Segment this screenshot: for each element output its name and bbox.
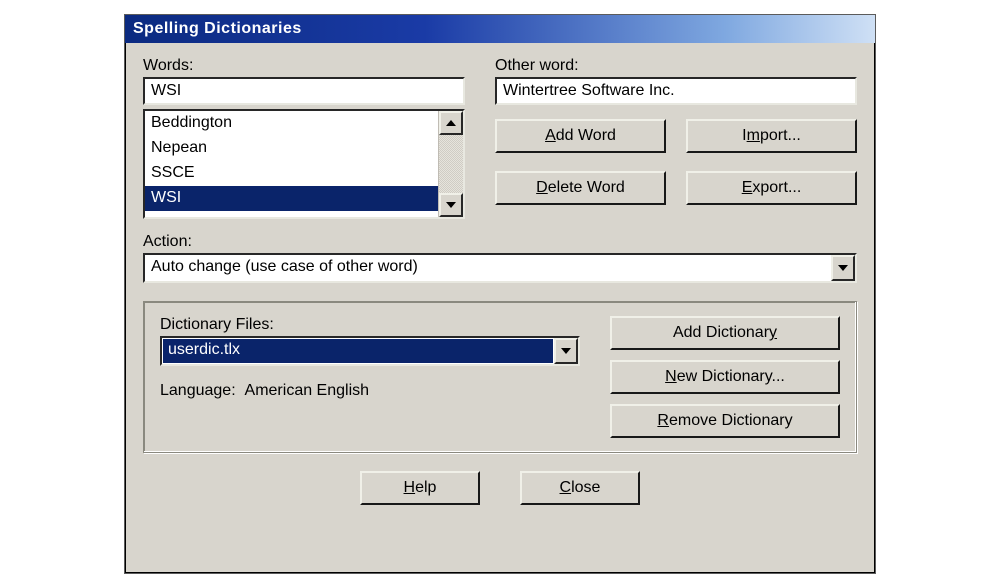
chevron-down-icon — [446, 202, 456, 208]
list-item[interactable]: Beddington — [145, 111, 438, 136]
words-listbox[interactable]: BeddingtonNepeanSSCEWSI — [143, 109, 465, 219]
dictionary-files-label: Dictionary Files: — [160, 316, 580, 334]
action-label: Action: — [143, 233, 857, 251]
spelling-dictionaries-dialog: Spelling Dictionaries Words: BeddingtonN… — [124, 14, 876, 574]
add-dictionary-button[interactable]: Add Dictionary — [610, 316, 840, 350]
add-word-button[interactable]: Add Word — [495, 119, 666, 153]
action-combo-button[interactable] — [831, 255, 855, 281]
action-combo-text: Auto change (use case of other word) — [145, 255, 831, 281]
title-bar: Spelling Dictionaries — [125, 15, 875, 43]
dictionary-files-combo-text: userdic.tlx — [163, 339, 553, 363]
dictionary-files-combo-button[interactable] — [554, 338, 578, 364]
dictionary-files-combo[interactable]: userdic.tlx — [160, 336, 580, 366]
export-button[interactable]: Export... — [686, 171, 857, 205]
chevron-up-icon — [446, 120, 456, 126]
help-button[interactable]: Help — [360, 471, 480, 505]
new-dictionary-button[interactable]: New Dictionary... — [610, 360, 840, 394]
words-scrollbar[interactable] — [438, 111, 463, 217]
scroll-up-button[interactable] — [439, 111, 463, 135]
list-item[interactable]: Nepean — [145, 136, 438, 161]
list-item[interactable]: WSI — [145, 186, 438, 211]
words-label: Words: — [143, 57, 465, 75]
dialog-title: Spelling Dictionaries — [133, 20, 302, 38]
action-combo[interactable]: Auto change (use case of other word) — [143, 253, 857, 283]
delete-word-button[interactable]: Delete Word — [495, 171, 666, 205]
other-word-label: Other word: — [495, 57, 857, 75]
scroll-track[interactable] — [439, 135, 463, 193]
chevron-down-icon — [561, 348, 571, 354]
other-word-input[interactable] — [495, 77, 857, 105]
scroll-down-button[interactable] — [439, 193, 463, 217]
language-value: American English — [245, 382, 370, 399]
close-button[interactable]: Close — [520, 471, 640, 505]
dictionary-files-group: Dictionary Files: userdic.tlx Language: … — [143, 301, 857, 453]
list-item[interactable]: SSCE — [145, 161, 438, 186]
language-label: Language: — [160, 382, 236, 399]
import-button[interactable]: Import... — [686, 119, 857, 153]
remove-dictionary-button[interactable]: Remove Dictionary — [610, 404, 840, 438]
words-input[interactable] — [143, 77, 465, 105]
chevron-down-icon — [838, 265, 848, 271]
